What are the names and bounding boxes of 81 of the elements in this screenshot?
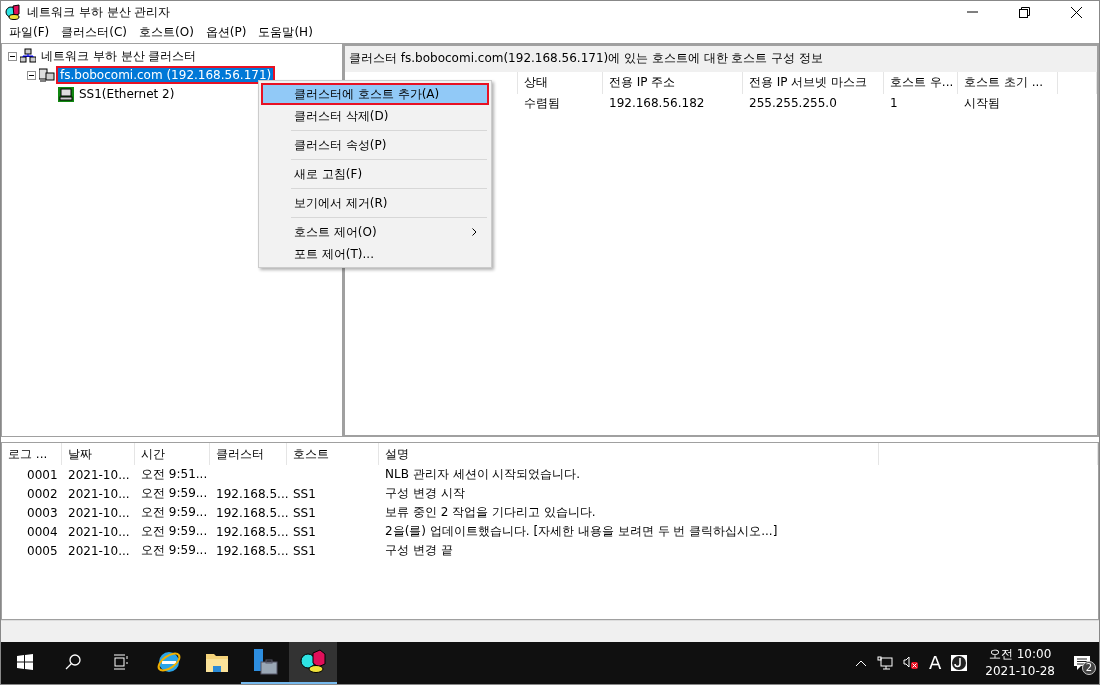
column-header[interactable]: 전용 IP 주소 <box>603 71 743 94</box>
volume-muted-icon[interactable] <box>902 655 919 670</box>
table-cell-text: 0004 <box>26 523 59 541</box>
column-header[interactable]: 로그 ... <box>2 443 62 466</box>
table-cell-text: SS1 <box>292 542 317 560</box>
table-cell-text: 시작됨 <box>963 94 1001 112</box>
app-icon <box>5 4 21 20</box>
menu-item[interactable]: 새로 고침(F) <box>261 163 489 185</box>
table-cell-text: 구성 변경 끝 <box>384 542 454 560</box>
column-header[interactable]: 클러스터 <box>210 443 287 466</box>
table-cell-text: 오전 9:59... <box>140 504 209 522</box>
task-view-icon[interactable] <box>113 653 129 670</box>
network-cluster-icon <box>20 48 36 65</box>
column-header[interactable]: 설명 <box>379 443 879 466</box>
start-icon[interactable] <box>17 653 33 670</box>
table-cell-text: 보류 중인 2 작업을 기다리고 있습니다. <box>384 504 597 522</box>
table-cell-text: 0001 <box>26 466 59 484</box>
table-cell-text: SS1 <box>292 523 317 541</box>
table-cell-text: 2021-10... <box>67 504 131 522</box>
server-manager-icon[interactable] <box>252 647 278 676</box>
table-cell-text: 192.168.5... <box>215 523 287 541</box>
table-cell-text: 오전 9:59... <box>140 523 209 541</box>
table-cell-text: SS1 <box>292 485 317 503</box>
table-cell-text: 오전 9:51... <box>140 466 209 484</box>
table-cell-text: NLB 관리자 세션이 시작되었습니다. <box>384 466 582 484</box>
column-header[interactable]: 전용 IP 서브넷 마스크 <box>743 71 884 94</box>
table-cell-text: 2021-10... <box>67 485 131 503</box>
menu-item[interactable]: 파일(F) <box>3 24 56 42</box>
menu-item[interactable]: 도움말(H) <box>252 24 319 42</box>
round-app-icon[interactable] <box>951 654 968 671</box>
pie-chart-app-icon[interactable] <box>300 648 326 675</box>
column-header[interactable]: 호스트 우... <box>884 71 958 94</box>
table-cell-text: 오전 9:59... <box>140 542 209 560</box>
table-cell-text: 192.168.56.182 <box>608 95 706 113</box>
computer-cluster-icon <box>39 67 55 84</box>
table-cell-text: 오전 9:59... <box>140 485 209 503</box>
table-cell-text: 192.168.5... <box>215 542 287 560</box>
column-header[interactable]: 호스트 <box>287 443 379 466</box>
window-title: 네트워크 부하 분산 관리자 <box>27 3 172 21</box>
column-header[interactable]: 호스트 초기 ... <box>958 71 1058 94</box>
close-icon[interactable] <box>1070 6 1082 18</box>
table-cell-text: 192.168.5... <box>215 485 287 503</box>
chevron-up-icon[interactable] <box>854 658 867 667</box>
input-mode-indicator[interactable]: A <box>928 652 942 674</box>
table-cell-text: 구성 변경 시작 <box>384 485 466 503</box>
column-header[interactable]: 상태 <box>518 71 603 94</box>
pane-title: 클러스터 fs.bobocomi.com(192.168.56.171)에 있는 호스트에 대한 호스트 구성 정보 <box>345 45 1097 72</box>
table-cell-text: 2021-10... <box>67 466 131 484</box>
table-cell-text: 0002 <box>26 485 59 503</box>
collapse-icon[interactable] <box>8 51 17 61</box>
table-cell-text: 0003 <box>26 504 59 522</box>
table-cell-text: 192.168.5... <box>215 504 287 522</box>
tree-item[interactable]: fs.bobocomi.com (192.168.56.171) <box>58 68 274 83</box>
table-cell-text: 0005 <box>26 542 59 560</box>
menu-item[interactable]: 호스트(O) <box>133 24 200 42</box>
menu-item[interactable]: 클러스터(C) <box>55 24 133 42</box>
table-cell-text: 2을(를) 업데이트했습니다. [자세한 내용을 보려면 두 번 클릭하십시오...] <box>384 523 779 541</box>
table-cell-text: 수렴됨 <box>523 94 561 112</box>
table-cell-text: 2021-10... <box>67 523 131 541</box>
collapse-icon[interactable] <box>27 70 36 80</box>
table-cell-text: 1 <box>889 95 899 113</box>
menu-item[interactable]: 클러스터에 호스트 추가(A) <box>261 83 489 105</box>
menu-item[interactable]: 보기에서 제거(R) <box>261 192 489 214</box>
table-cell-text: SS1 <box>292 504 317 522</box>
menu-item[interactable]: 호스트 제어(O) <box>261 221 489 243</box>
tree-item[interactable]: 네트워크 부하 분산 클러스터 <box>39 47 199 65</box>
search-icon[interactable] <box>65 653 81 670</box>
clock[interactable]: 오전 10:00 2021-10-28 <box>977 645 1063 680</box>
table-cell-text: 255.255.255.0 <box>748 95 838 113</box>
computer-icon <box>58 86 74 102</box>
menu-item[interactable]: 포트 제어(T)... <box>261 243 489 265</box>
menu-item[interactable]: 클러스터 속성(P) <box>261 134 489 156</box>
restore-icon[interactable] <box>1018 6 1030 18</box>
menu-item[interactable]: 클러스터 삭제(D) <box>261 105 489 127</box>
tree-item[interactable]: SS1(Ethernet 2) <box>77 87 177 102</box>
table-cell-text: 2021-10... <box>67 542 131 560</box>
column-header[interactable]: 시간 <box>135 443 210 466</box>
network-icon[interactable] <box>876 655 893 670</box>
column-header[interactable]: 날짜 <box>62 443 135 466</box>
minimize-icon[interactable] <box>966 11 978 13</box>
menu-item[interactable]: 옵션(P) <box>199 24 253 42</box>
